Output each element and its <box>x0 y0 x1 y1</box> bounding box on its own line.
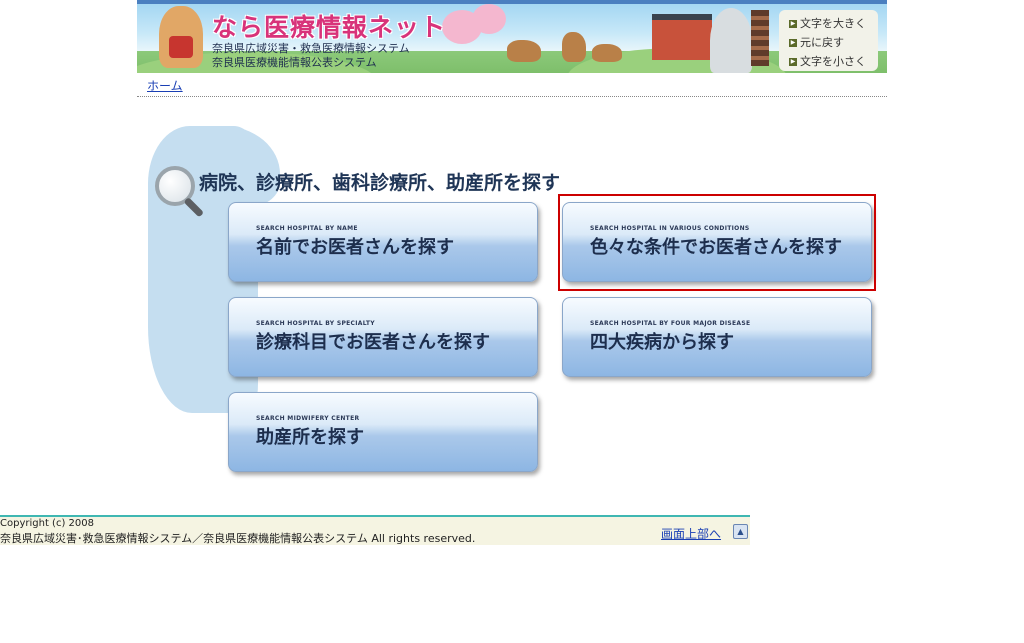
selection-highlight <box>558 194 876 291</box>
deer-image <box>562 32 586 62</box>
search-by-specialty-button[interactable]: SEARCH HOSPITAL BY SPECIALTY 診療科目でお医者さんを… <box>228 297 538 377</box>
rights-text: 奈良県広域災害･救急医療情報システム／奈良県医療機能情報公表システム All r… <box>0 532 476 545</box>
search-by-name-button[interactable]: SEARCH HOSPITAL BY NAME 名前でお医者さんを探す <box>228 202 538 282</box>
home-link[interactable]: ホーム <box>147 77 183 94</box>
button-label: 診療科目でお医者さんを探す <box>256 332 490 353</box>
site-title[interactable]: なら医療情報ネット <box>212 8 446 44</box>
back-to-top-link[interactable]: 画面上部へ <box>661 525 721 542</box>
button-label: 助産所を探す <box>256 427 364 448</box>
up-arrow-icon[interactable]: ▲ <box>733 524 748 539</box>
buddha-image <box>710 8 752 73</box>
deer-image <box>592 44 622 62</box>
copyright-text: Copyright (c) 2008 <box>0 518 94 529</box>
font-larger-label: 文字を大きく <box>800 17 866 30</box>
button-english-label: SEARCH HOSPITAL BY FOUR MAJOR DISEASE <box>590 320 751 327</box>
pagoda-image <box>751 10 769 66</box>
section-title: 病院、診療所、歯科診療所、助産所を探す <box>199 172 561 194</box>
banner-top-line <box>137 0 887 4</box>
arrow-right-icon: ▶ <box>789 39 797 47</box>
font-reset-label: 元に戻す <box>800 36 844 49</box>
button-label: 四大疾病から探す <box>590 332 734 353</box>
cherry-tree-image <box>472 4 506 34</box>
search-midwifery-button[interactable]: SEARCH MIDWIFERY CENTER 助産所を探す <box>228 392 538 472</box>
header-banner: なら医療情報ネット 奈良県広域災害・救急医療情報システム 奈良県医療機能情報公表… <box>137 0 887 73</box>
font-larger-link[interactable]: ▶ 文字を大きく <box>789 15 866 31</box>
font-smaller-link[interactable]: ▶ 文字を小さく <box>789 53 866 69</box>
arrow-right-icon: ▶ <box>789 58 797 66</box>
button-english-label: SEARCH HOSPITAL BY SPECIALTY <box>256 320 375 327</box>
search-by-major-disease-button[interactable]: SEARCH HOSPITAL BY FOUR MAJOR DISEASE 四大… <box>562 297 872 377</box>
site-subtitle: 奈良県医療機能情報公表システム <box>212 56 377 69</box>
temple-image <box>652 14 712 60</box>
button-english-label: SEARCH HOSPITAL BY NAME <box>256 225 358 232</box>
font-size-controls: ▶ 文字を大きく ▶ 元に戻す ▶ 文字を小さく <box>779 10 878 71</box>
font-reset-link[interactable]: ▶ 元に戻す <box>789 34 844 50</box>
arrow-right-icon: ▶ <box>789 20 797 28</box>
mascot-image <box>159 6 203 68</box>
breadcrumb: ホーム <box>137 74 887 97</box>
deer-image <box>507 40 541 62</box>
button-english-label: SEARCH MIDWIFERY CENTER <box>256 415 360 422</box>
button-label: 名前でお医者さんを探す <box>256 237 454 258</box>
font-smaller-label: 文字を小さく <box>800 55 866 68</box>
footer: Copyright (c) 2008 奈良県広域災害･救急医療情報システム／奈良… <box>0 515 750 545</box>
